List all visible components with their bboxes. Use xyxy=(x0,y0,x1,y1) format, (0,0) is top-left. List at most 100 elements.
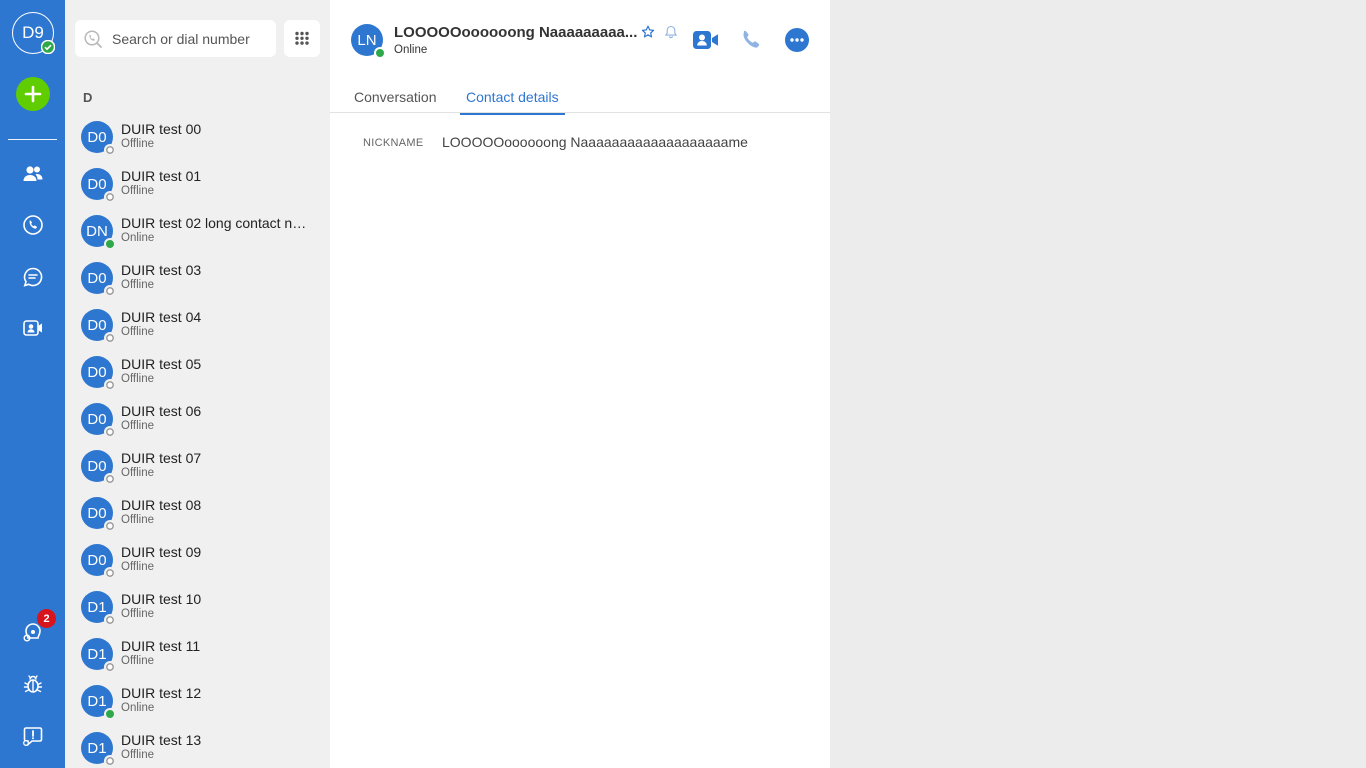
add-button[interactable] xyxy=(16,77,50,111)
contact-initials: D0 xyxy=(87,504,107,522)
dialpad-icon xyxy=(295,31,309,45)
contact-name: DUIR test 04 xyxy=(121,309,202,325)
contact-initials: D1 xyxy=(87,692,107,710)
contact-status: Offline xyxy=(121,749,155,761)
feedback-icon xyxy=(23,727,43,747)
contact-item[interactable]: D1 DUIR test 13 Offline xyxy=(65,724,330,768)
contact-name: DUIR test 03 xyxy=(121,262,202,278)
contact-avatar: D1 xyxy=(81,591,116,626)
offline-status-icon xyxy=(104,755,116,767)
contact-item[interactable]: D0 DUIR test 07 Offline xyxy=(65,442,330,489)
contact-item[interactable]: D0 DUIR test 04 Offline xyxy=(65,301,330,348)
favorite-button[interactable] xyxy=(641,25,655,44)
contact-status: Offline xyxy=(121,420,155,432)
contact-detail-pane: LN LOOOOOoooooong Naaaaaaaaa... Online C… xyxy=(330,0,830,768)
contact-item[interactable]: D1 DUIR test 12 Online xyxy=(65,677,330,724)
phone-history-icon xyxy=(23,215,43,235)
audio-call-button[interactable] xyxy=(739,28,763,57)
offline-status-icon xyxy=(104,614,116,626)
offline-status-icon xyxy=(104,332,116,344)
contact-avatar: D0 xyxy=(81,450,116,485)
contact-initials: D0 xyxy=(87,551,107,569)
report-bug-button[interactable] xyxy=(20,671,46,697)
dialpad-button[interactable] xyxy=(284,20,320,57)
detail-tabs: Conversation Contact details xyxy=(330,80,830,115)
nickname-value: LOOOOOoooooong Naaaaaaaaaaaaaaaaaaame xyxy=(442,134,748,150)
navigation-rail: D9 2 xyxy=(0,0,65,768)
online-status-icon xyxy=(104,238,116,250)
contact-avatar: D0 xyxy=(81,544,116,579)
bell-icon xyxy=(664,25,678,39)
more-options-button[interactable] xyxy=(785,28,809,52)
contact-item[interactable]: D0 DUIR test 05 Offline xyxy=(65,348,330,395)
contact-status: Offline xyxy=(121,561,155,573)
star-icon xyxy=(641,25,655,38)
contact-name: DUIR test 11 xyxy=(121,638,201,654)
video-camera-icon xyxy=(693,31,718,49)
contact-item[interactable]: D0 DUIR test 06 Offline xyxy=(65,395,330,442)
plus-icon xyxy=(24,85,42,103)
offline-status-icon xyxy=(104,661,116,673)
rail-divider xyxy=(8,139,57,140)
tab-conversation[interactable]: Conversation xyxy=(354,89,437,114)
contact-initials: D0 xyxy=(87,175,107,193)
offline-status-icon xyxy=(104,379,116,391)
calls-nav-button[interactable] xyxy=(20,212,46,238)
search-phone-icon xyxy=(84,29,102,48)
contact-item[interactable]: DN DUIR test 02 long contact na... Onlin… xyxy=(65,207,330,254)
contact-name: DUIR test 07 xyxy=(121,450,202,466)
contact-avatar: D0 xyxy=(81,262,116,297)
search-input[interactable] xyxy=(112,30,272,47)
contact-list: D0 DUIR test 00 Offline D0 DUIR test 01 … xyxy=(65,113,330,768)
contact-item[interactable]: D0 DUIR test 08 Offline xyxy=(65,489,330,536)
tab-contact-details[interactable]: Contact details xyxy=(460,89,565,115)
contact-item[interactable]: D1 DUIR test 10 Offline xyxy=(65,583,330,630)
contact-avatar: D0 xyxy=(81,309,116,344)
contact-status: Offline xyxy=(121,467,155,479)
bug-icon xyxy=(23,675,43,693)
contact-avatar: D0 xyxy=(81,356,116,391)
contact-name: DUIR test 12 xyxy=(121,685,202,701)
contact-name: DUIR test 06 xyxy=(121,403,202,419)
offline-status-icon xyxy=(104,473,116,485)
contact-name: DUIR test 13 xyxy=(121,732,202,748)
contact-section-header: D xyxy=(83,90,93,105)
offline-status-icon xyxy=(104,285,116,297)
contact-initials: DN xyxy=(86,222,108,240)
online-status-icon xyxy=(374,47,386,59)
contact-avatar: D1 xyxy=(81,638,116,673)
contact-status: Offline xyxy=(121,185,155,197)
contacts-icon xyxy=(23,166,43,181)
feedback-button[interactable] xyxy=(20,723,46,749)
contact-item[interactable]: D0 DUIR test 01 Offline xyxy=(65,160,330,207)
contact-item[interactable]: D0 DUIR test 00 Offline xyxy=(65,113,330,160)
video-call-button[interactable] xyxy=(691,28,721,57)
contacts-pane: D D0 DUIR test 00 Offline D0 DUIR test 0… xyxy=(65,0,330,768)
contact-status: Offline xyxy=(121,326,155,338)
contact-avatar: D1 xyxy=(81,732,116,767)
contact-item[interactable]: D1 DUIR test 11 Offline xyxy=(65,630,330,677)
contact-initials: D0 xyxy=(87,128,107,146)
contact-initials: D1 xyxy=(87,739,107,757)
contact-avatar: D0 xyxy=(81,403,116,438)
contact-avatar: DN xyxy=(81,215,116,250)
video-contact-icon xyxy=(23,320,42,336)
header-avatar: LN xyxy=(351,24,386,59)
offline-status-icon xyxy=(104,426,116,438)
contact-item[interactable]: D0 DUIR test 03 Offline xyxy=(65,254,330,301)
nickname-label: NICKNAME xyxy=(363,137,424,149)
contact-name: DUIR test 00 xyxy=(121,121,202,137)
user-avatar[interactable]: D9 xyxy=(12,12,55,54)
contact-avatar: D0 xyxy=(81,168,116,203)
contact-name: DUIR test 05 xyxy=(121,356,202,372)
notification-toggle-button[interactable] xyxy=(664,25,678,44)
contact-item[interactable]: D0 DUIR test 09 Offline xyxy=(65,536,330,583)
search-box[interactable] xyxy=(75,20,276,57)
contact-status: Online xyxy=(121,702,155,714)
meetings-nav-button[interactable] xyxy=(20,315,46,341)
contacts-nav-button[interactable] xyxy=(20,161,46,187)
contact-avatar: D1 xyxy=(81,685,116,720)
notification-badge: 2 xyxy=(37,609,56,628)
contact-status: Online xyxy=(121,232,155,244)
chat-nav-button[interactable] xyxy=(20,264,46,290)
